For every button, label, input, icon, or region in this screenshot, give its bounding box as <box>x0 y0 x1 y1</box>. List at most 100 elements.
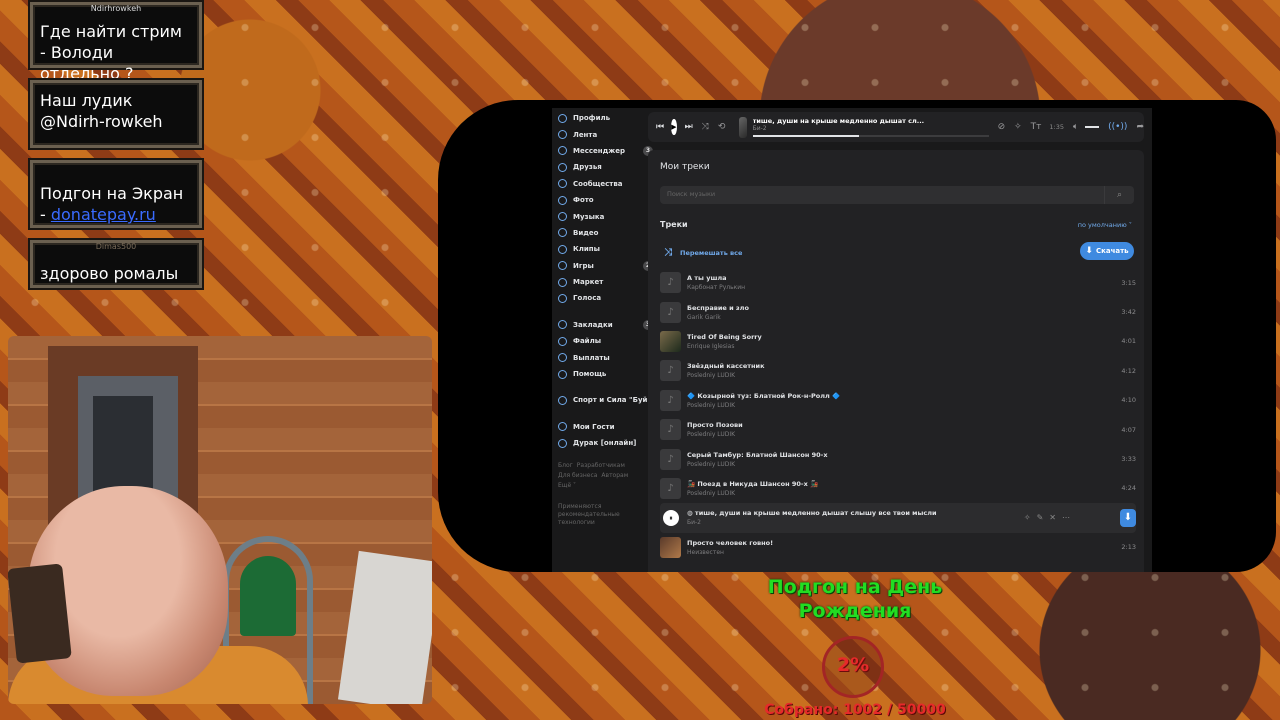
shuffle-icon[interactable]: ⤨ <box>702 122 709 132</box>
sidebar-item[interactable]: Закладки3 <box>558 317 653 333</box>
sidebar-item[interactable]: Спорт и Сила "Буй" <box>558 392 653 408</box>
track-row[interactable]: ♪ Звёздный кассетник Posledniy LUDIK 4:12 <box>660 356 1136 385</box>
track-title[interactable]: Бесправие и зло <box>687 304 1136 312</box>
track-title[interactable]: Просто человек говно! <box>687 539 1136 547</box>
sidebar-item[interactable]: Игры2 <box>558 258 653 274</box>
now-playing-cover[interactable] <box>739 116 747 138</box>
sidebar-item-label: Лента <box>573 130 598 139</box>
sidebar-item[interactable]: Маркет <box>558 274 653 290</box>
track-cover-icon[interactable]: ♪ <box>660 301 681 323</box>
footer-link-more[interactable]: Ещё ˅ <box>558 482 576 489</box>
sidebar-item-label: Выплаты <box>573 353 610 362</box>
sidebar-item[interactable]: Музыка <box>558 208 653 224</box>
track-title[interactable]: Tired Of Being Sorry <box>687 333 1136 341</box>
track-title[interactable]: 🔷 Козырной туз: Блатной Рок-н-Ролл 🔷 <box>687 392 1136 400</box>
sidebar-item[interactable]: Файлы <box>558 333 653 349</box>
footer-link-blog[interactable]: Блог <box>558 462 573 469</box>
track-row[interactable]: ⏸ ◍ тише, души на крыше медленно дышат сл… <box>660 503 1136 533</box>
sidebar-item[interactable]: Помощь <box>558 366 653 382</box>
footer-link-authors[interactable]: Авторам <box>601 472 628 479</box>
track-title[interactable]: 🚂 Поезд в Никуда Шансон 90-х 🚂 <box>687 480 1136 488</box>
chat-link[interactable]: donatepay.ru <box>51 205 156 224</box>
track-cover-icon[interactable]: ♪ <box>660 477 681 499</box>
track-row[interactable]: ♪ Просто человек говно! Неизвестен2:13 <box>660 533 1136 562</box>
next-track-icon[interactable]: ⏭ <box>685 122 693 132</box>
share-icon[interactable]: ➦ <box>1136 122 1144 132</box>
track-cover-icon[interactable]: ♪ <box>660 360 681 382</box>
now-playing-title[interactable]: тише, души на крыше медленно дышат сл... <box>753 117 989 125</box>
shuffle-all-button[interactable]: ⤨ Перемешать все <box>664 247 742 258</box>
sidebar-item-label: Маркет <box>573 278 604 287</box>
track-artist[interactable]: Posledniy LUDIK <box>687 490 1136 497</box>
track-artist[interactable]: Карбонат Рулькин <box>687 284 1136 291</box>
track-list: ♪ А ты ушла Карбонат Рулькин 3:15 ♪ Бесправие… <box>660 268 1136 562</box>
track-info: А ты ушла Карбонат Рулькин <box>687 274 1136 291</box>
track-row[interactable]: ♪ Tired Of Being Sorry Enrique Iglesias4:0… <box>660 327 1136 356</box>
music-search-input[interactable]: Поиск музыки ⌕ <box>660 186 1134 204</box>
track-cover-icon[interactable]: ♪ <box>660 448 681 470</box>
footer-link-developers[interactable]: Разработчикам <box>577 462 625 469</box>
track-artist[interactable]: Enrique Iglesias <box>687 343 1136 350</box>
now-playing-info: тише, души на крыше медленно дышат сл...… <box>752 117 989 137</box>
sidebar-item-label: Сообщества <box>573 179 623 188</box>
track-cover-icon[interactable]: ♪ <box>660 419 681 441</box>
track-info: 🚂 Поезд в Никуда Шансон 90-х 🚂 Posledniy … <box>687 480 1136 497</box>
sidebar-item[interactable]: Сообщества <box>558 176 653 192</box>
volume-icon[interactable]: 🔈︎ <box>1073 122 1078 132</box>
pause-icon[interactable]: ⏸ <box>663 509 679 526</box>
sort-dropdown[interactable]: по умолчанию ˅ <box>1078 221 1132 229</box>
lyrics-icon[interactable]: Tт <box>1031 122 1042 132</box>
track-artist[interactable]: Posledniy LUDIK <box>687 461 1136 468</box>
bookmarks-icon <box>558 320 567 330</box>
track-cover-icon[interactable]: ♪ <box>660 272 681 294</box>
track-actions-icon[interactable]: ✧✎✕⋯ <box>1024 513 1076 522</box>
sidebar-item[interactable]: Друзья <box>558 159 653 175</box>
track-title[interactable]: Звёздный кассетник <box>687 362 1136 370</box>
track-artist[interactable]: Неизвестен <box>687 549 1136 556</box>
track-row[interactable]: ♪ 🚂 Поезд в Никуда Шансон 90-х 🚂 Posledniy… <box>660 474 1136 503</box>
market-icon <box>558 277 567 287</box>
search-icon[interactable]: ⌕ <box>1104 186 1134 204</box>
track-row[interactable]: ♪ 🔷 Козырной туз: Блатной Рок-н-Ролл 🔷 Pos… <box>660 386 1136 415</box>
sidebar-item[interactable]: Видео <box>558 225 653 241</box>
sidebar-item-label: Голоса <box>573 294 602 303</box>
sidebar-item[interactable]: Голоса <box>558 290 653 306</box>
track-artist[interactable]: Garik Garik <box>687 314 1136 321</box>
volume-slider[interactable] <box>1085 126 1100 128</box>
track-row[interactable]: ♪ А ты ушла Карбонат Рулькин 3:15 <box>660 268 1136 297</box>
track-title[interactable]: А ты ушла <box>687 274 1136 282</box>
sidebar-item[interactable]: Лента <box>558 126 653 142</box>
play-button[interactable]: ▶ <box>671 119 677 135</box>
track-cover-icon[interactable]: ♪ <box>660 330 681 352</box>
sidebar-item[interactable]: Мессенджер 3 <box>558 143 653 159</box>
track-artist[interactable]: Posledniy LUDIK <box>687 431 1136 438</box>
dislike-icon[interactable]: ⊘ <box>998 122 1006 132</box>
track-cover-icon[interactable]: ♪ <box>660 389 681 411</box>
now-playing-artist[interactable]: Би-2 <box>753 125 989 132</box>
track-artist[interactable]: Posledniy LUDIK <box>687 372 1136 379</box>
sidebar-item[interactable]: Фото <box>558 192 653 208</box>
repeat-icon[interactable]: ⟲ <box>718 122 726 132</box>
sidebar-item[interactable]: Дурак [онлайн] <box>558 435 653 451</box>
previous-track-icon[interactable]: ⏮ <box>656 122 664 132</box>
track-info: Просто человек говно! Неизвестен <box>687 539 1136 556</box>
track-artist[interactable]: Posledniy LUDIK <box>687 402 1136 409</box>
sidebar-item[interactable]: Клипы <box>558 241 653 257</box>
sidebar-item[interactable]: Выплаты <box>558 349 653 365</box>
webcam-chair-back <box>240 556 296 636</box>
recommendations-icon[interactable]: ✧ <box>1014 122 1022 132</box>
track-row[interactable]: ♪ Просто Позови Posledniy LUDIK 4:07 <box>660 415 1136 444</box>
progress-bar[interactable] <box>752 135 989 137</box>
download-button[interactable]: ⬇ Скачать <box>1080 242 1134 260</box>
sidebar-item[interactable]: Профиль <box>558 110 653 126</box>
track-title[interactable]: Просто Позови <box>687 421 1136 429</box>
footer-link-business[interactable]: Для бизнеса <box>558 472 597 479</box>
track-row[interactable]: ♪ Серый Тамбур: Блатной Шансон 90-х Posled… <box>660 444 1136 473</box>
download-icon[interactable]: ⬇ <box>1120 508 1136 527</box>
track-row[interactable]: ♪ Бесправие и зло Garik Garik 3:42 <box>660 297 1136 326</box>
broadcast-icon[interactable]: ((•)) <box>1108 122 1127 132</box>
track-title[interactable]: Серый Тамбур: Блатной Шансон 90-х <box>687 451 1136 459</box>
sidebar-item[interactable]: Мои Гости <box>558 419 653 435</box>
track-cover-icon[interactable]: ♪ <box>660 536 681 558</box>
music-icon <box>558 212 567 222</box>
